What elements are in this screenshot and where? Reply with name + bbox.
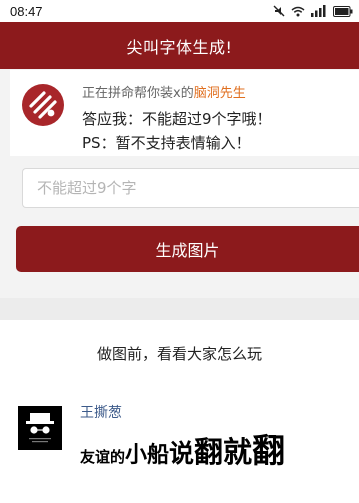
sample-word: 友谊的 (80, 448, 126, 466)
emoji-note: PS：暂不支持表情输入！ (82, 134, 251, 152)
status-time: 08:47 (10, 3, 43, 19)
status-bar: 08:47 (0, 0, 359, 22)
battery-icon (333, 5, 353, 17)
app-logo-icon (22, 84, 64, 126)
limit-note: 答应我：不能超过9个字哦！ (82, 110, 272, 128)
wifi-icon (291, 6, 305, 16)
sample-word: 翻就 (194, 435, 253, 469)
example-username[interactable]: 王撕葱 (80, 402, 122, 422)
status-message: 正在拼命帮你装x的脑洞先生 (82, 82, 246, 101)
sample-word: 说 (169, 439, 195, 468)
sample-word: 翻 (252, 431, 286, 470)
generate-image-button[interactable]: 生成图片 (16, 226, 359, 272)
brand-name: 脑洞先生 (193, 86, 246, 101)
examples-section: 做图前，看看大家怎么玩 王撕葱 友谊的小船说翻就翻 (0, 320, 359, 503)
examples-title: 做图前，看看大家怎么玩 (96, 345, 262, 363)
page-title: 尖叫字体生成! (126, 37, 233, 57)
mute-icon (273, 5, 285, 17)
sample-word: 小船 (125, 443, 170, 468)
signal-icon (311, 5, 326, 17)
user-avatar-icon[interactable] (18, 406, 62, 450)
status-icons (273, 5, 353, 17)
status-message-prefix: 正在拼命帮你装x的 (82, 86, 194, 101)
info-card: 正在拼命帮你装x的脑洞先生 答应我：不能超过9个字哦！ PS：暂不支持表情输入！ (10, 70, 359, 156)
example-sample-text: 友谊的小船说翻就翻 (80, 424, 285, 472)
text-input-wrapper (22, 168, 359, 208)
app-header: 尖叫字体生成! (0, 22, 359, 69)
text-input[interactable] (23, 169, 359, 207)
section-divider (0, 298, 359, 320)
